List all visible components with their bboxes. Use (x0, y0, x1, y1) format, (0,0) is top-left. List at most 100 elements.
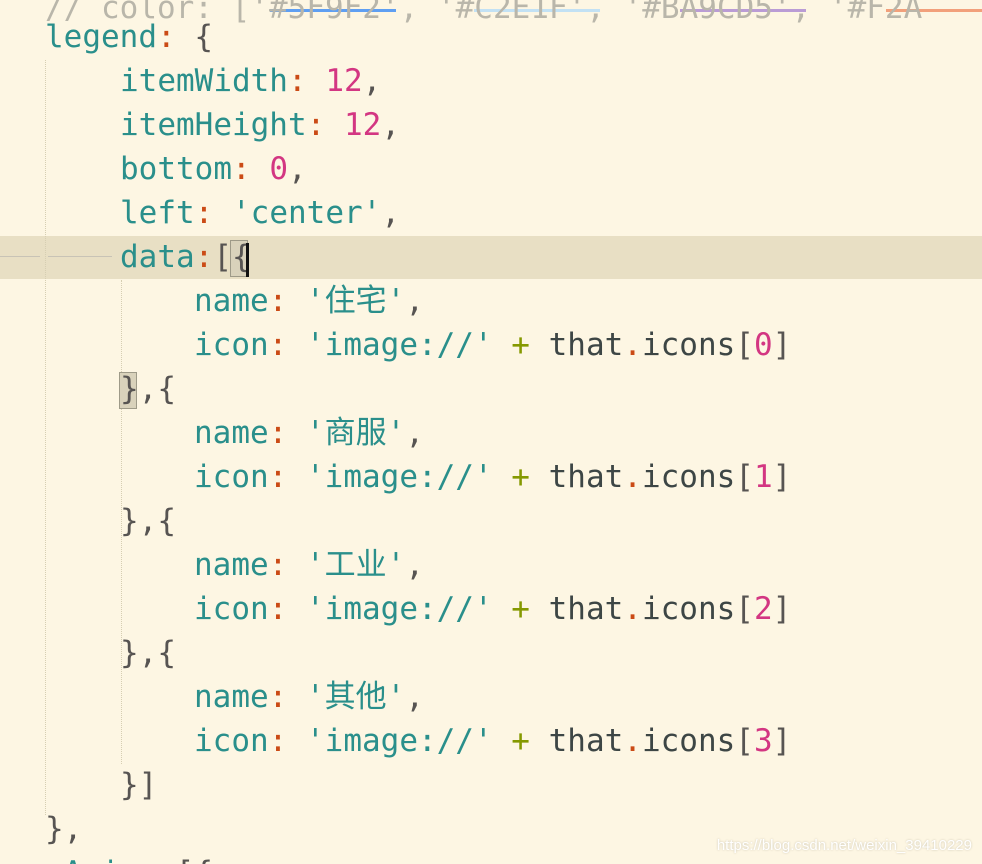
code-token: name (194, 679, 269, 715)
indent-guide (45, 60, 46, 815)
code-token: 12 (343, 107, 382, 143)
code-token: 'image://' (306, 459, 493, 495)
code-line: icon: 'image://' + that.icons[3] (194, 719, 791, 763)
code-line: xAxis: [{ (45, 851, 213, 864)
code-token: + (492, 459, 549, 495)
code-token: ] (772, 459, 792, 495)
code-token: . (623, 459, 642, 495)
code-token: that (548, 459, 624, 495)
code-token: name (194, 547, 269, 583)
code-line: }] (120, 763, 157, 807)
code-line: name: '住宅', (194, 279, 424, 323)
code-line: }, (45, 807, 82, 851)
code-line: name: '商服', (194, 411, 424, 455)
code-token: name (194, 415, 269, 451)
code-token: ', ' (567, 0, 643, 26)
code-token: 0 (753, 327, 773, 363)
code-token: : (287, 63, 307, 99)
code-token: that (548, 723, 624, 759)
code-token: : (194, 239, 214, 275)
code-token: : (268, 723, 288, 759)
code-token: : (156, 19, 176, 55)
code-token: : (268, 679, 288, 715)
code-token: { (175, 19, 213, 55)
code-token: ] (772, 591, 792, 627)
code-token: 2 (753, 591, 773, 627)
code-token: . (623, 723, 642, 759)
code-token: [ (735, 459, 754, 495)
code-line: },{ (120, 499, 176, 543)
code-token: icons (641, 459, 736, 495)
code-token: : (306, 107, 326, 143)
fold-marker (48, 256, 112, 257)
code-token: [ (735, 723, 754, 759)
code-token: icons (641, 591, 736, 627)
code-token: icon (194, 459, 269, 495)
code-token: icon (194, 327, 269, 363)
code-line: data:[{ (120, 235, 251, 279)
code-token: + (492, 591, 549, 627)
code-token: icon (194, 591, 269, 627)
code-token: icons (641, 723, 736, 759)
code-token: [ (735, 327, 754, 363)
code-token: [ (735, 591, 754, 627)
code-token: 'image://' (306, 591, 493, 627)
code-line: icon: 'image://' + that.icons[0] (194, 323, 791, 367)
code-token: that (548, 591, 624, 627)
code-token: , (405, 415, 424, 451)
code-line: },{ (120, 631, 176, 675)
fold-marker (0, 256, 40, 257)
code-token: name (194, 283, 269, 319)
code-token: : (268, 283, 288, 319)
code-token: F2', '# (343, 0, 475, 26)
code-token: },{ (120, 503, 176, 539)
code-token: bottom (120, 151, 232, 187)
code-token: : (231, 151, 251, 187)
code-token: '其他' (306, 679, 406, 715)
code-token: : (268, 415, 288, 451)
code-token: ', '#F2A (772, 0, 923, 26)
code-token: that (548, 327, 624, 363)
code-token: , (405, 283, 424, 319)
code-token: , (362, 63, 382, 99)
code-token: 0 (269, 151, 288, 187)
code-token: [{ (157, 855, 213, 864)
code-line: icon: 'image://' + that.icons[2] (194, 587, 791, 631)
code-line: bottom: 0, (120, 147, 307, 191)
code-token: : (268, 547, 288, 583)
code-token: xAxis (45, 855, 138, 864)
code-token: + (492, 723, 549, 759)
code-token: }] (120, 767, 158, 803)
code-token: '住宅' (306, 283, 406, 319)
code-token: , (381, 107, 400, 143)
code-token: left (120, 195, 195, 231)
code-token: , (405, 547, 424, 583)
code-line: name: '工业', (194, 543, 424, 587)
code-line: itemWidth: 12, (120, 59, 381, 103)
code-token: },{ (120, 371, 176, 407)
code-line: legend: { (45, 15, 213, 59)
code-token: : (138, 855, 157, 864)
code-editor[interactable]: // color: ['#5F9F2', '#C2E1F', '#BA9CD5'… (0, 0, 982, 864)
code-token: },{ (120, 635, 176, 671)
code-token: 'image://' (306, 723, 493, 759)
code-token: + (492, 327, 549, 363)
code-token: . (623, 327, 642, 363)
code-token: : (194, 195, 214, 231)
code-token: : (268, 327, 288, 363)
code-token: ] (772, 327, 792, 363)
code-line: itemHeight: 12, (120, 103, 400, 147)
code-token: data (120, 239, 195, 275)
text-cursor (246, 243, 249, 277)
code-token: 1 (753, 459, 773, 495)
code-token: 3 (753, 723, 773, 759)
code-token: C2E1F (474, 0, 568, 26)
